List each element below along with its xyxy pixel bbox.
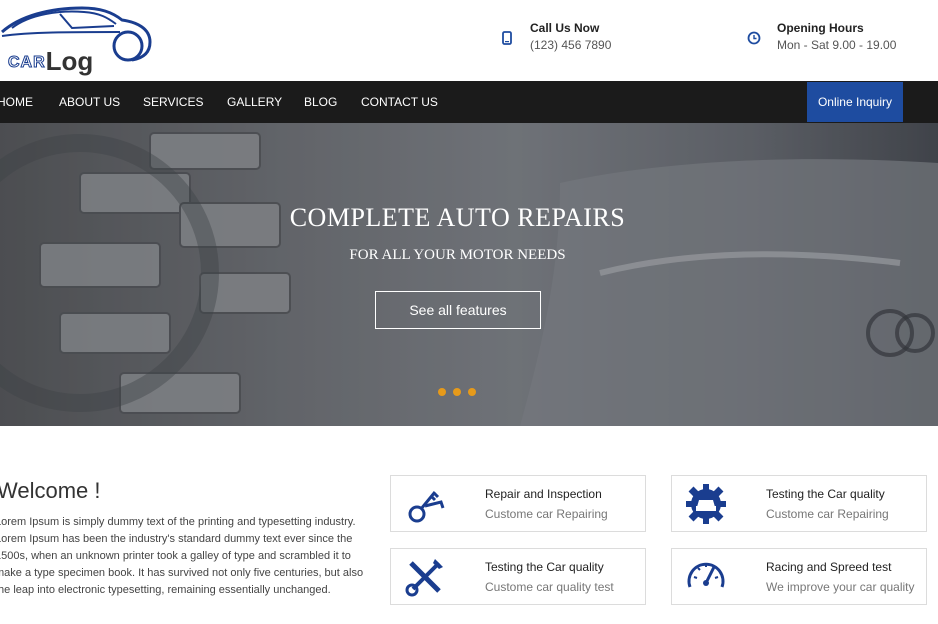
feature-title: Testing the Car quality [485, 560, 604, 574]
feature-title: Racing and Spreed test [766, 560, 892, 574]
gear-car-icon [686, 484, 726, 524]
speedometer-icon [687, 562, 725, 588]
phone-number[interactable]: (123) 456 7890 [530, 38, 611, 52]
logo[interactable]: CARLog [0, 2, 160, 80]
see-all-features-button[interactable]: See all features [375, 291, 541, 329]
feature-testing-car-quality[interactable]: Testing the Car quality Custome car Repa… [671, 475, 927, 532]
feature-title: Repair and Inspection [485, 487, 602, 501]
tools-icon [405, 559, 443, 597]
nav-gallery[interactable]: GALLERY [227, 81, 282, 123]
hero-title: COMPLETE AUTO REPAIRS [289, 203, 626, 232]
hero-background-image [0, 123, 938, 426]
feature-racing-speed-test[interactable]: Racing and Spreed test We improve your c… [671, 548, 927, 605]
slider-dot-2[interactable] [453, 388, 461, 396]
slider-dot-1[interactable] [438, 388, 446, 396]
nav-about-us[interactable]: ABOUT US [59, 81, 120, 123]
opening-hours-value: Mon - Sat 9.00 - 19.00 [777, 38, 897, 52]
welcome-title: Welcome ! [0, 478, 101, 503]
nav-services[interactable]: SERVICES [143, 81, 203, 123]
feature-subtitle: Custome car Repairing [485, 507, 608, 521]
opening-hours-title: Opening Hours [777, 21, 864, 35]
main-nav: HOME ABOUT US SERVICES GALLERY BLOG CONT… [0, 81, 938, 123]
keys-icon [408, 491, 445, 523]
opening-hours-block: Opening Hours Mon - Sat 9.00 - 19.00 [747, 20, 927, 60]
logo-log-text: Log [45, 46, 94, 76]
feature-repair-inspection[interactable]: Repair and Inspection Custome car Repair… [390, 475, 646, 532]
call-us-title: Call Us Now [530, 21, 600, 35]
site-header: CARLog Call Us Now (123) 456 7890 Openin… [0, 0, 938, 81]
phone-icon [502, 31, 512, 45]
clock-icon [747, 31, 761, 45]
hero-subtitle: FOR ALL YOUR MOTOR NEEDS [349, 247, 566, 263]
feature-subtitle: Custome car Repairing [766, 507, 889, 521]
call-us-block: Call Us Now (123) 456 7890 [500, 20, 640, 60]
feature-subtitle: Custome car quality test [485, 580, 614, 594]
welcome-text: Lorem Ipsum is simply dummy text of the … [0, 516, 364, 596]
nav-contact-us[interactable]: CONTACT US [361, 81, 438, 123]
feature-testing-car-quality-test[interactable]: Testing the Car quality Custome car qual… [390, 548, 646, 605]
hero-slider: COMPLETE AUTO REPAIRS FOR ALL YOUR MOTOR… [0, 123, 938, 426]
online-inquiry-button[interactable]: Online Inquiry [807, 82, 903, 122]
nav-home[interactable]: HOME [0, 81, 33, 123]
nav-blog[interactable]: BLOG [304, 81, 337, 123]
feature-subtitle: We improve your car quality [766, 580, 915, 594]
feature-title: Testing the Car quality [766, 487, 885, 501]
slider-dot-3[interactable] [468, 388, 476, 396]
logo-car-text: CAR [8, 54, 46, 72]
slider-dots [438, 388, 480, 398]
